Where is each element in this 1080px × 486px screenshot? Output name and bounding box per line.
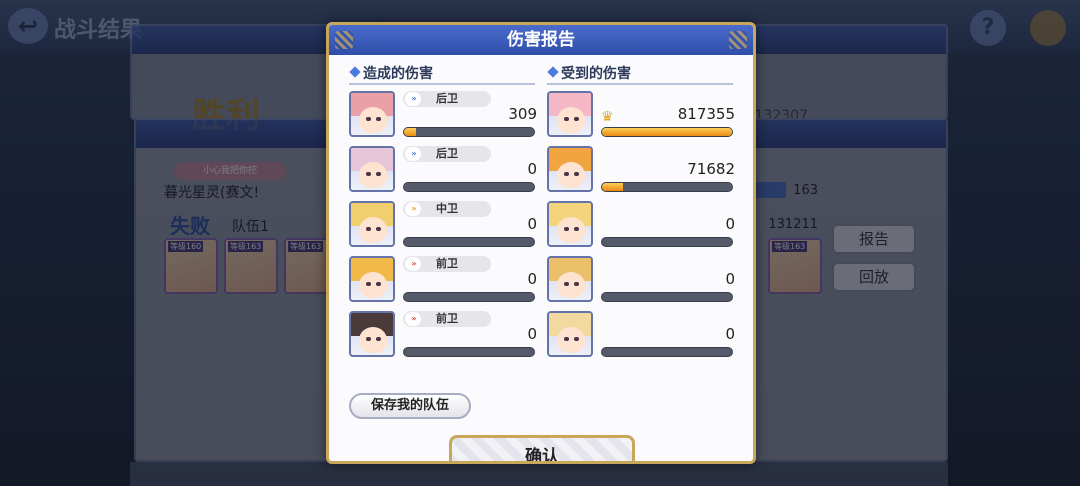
- damage-bar: [403, 127, 535, 137]
- character-portrait: [349, 146, 395, 192]
- damage-value: 0: [725, 325, 735, 343]
- damage-value: 71682: [687, 160, 735, 178]
- diamond-icon: [547, 66, 559, 78]
- received-row: 0: [547, 311, 735, 361]
- damage-value: 0: [725, 270, 735, 288]
- damage-received-heading: 受到的伤害: [547, 63, 733, 85]
- damage-bar: [601, 292, 733, 302]
- character-portrait: [547, 91, 593, 137]
- damage-bar: [403, 237, 535, 247]
- received-row: 0: [547, 201, 735, 251]
- damage-bar: [403, 347, 535, 357]
- damage-bar: [601, 182, 733, 192]
- damage-bar-fill: [602, 128, 732, 136]
- character-portrait: [547, 256, 593, 302]
- dealt-row: » 前卫 0: [349, 311, 537, 361]
- position-tag: » 后卫: [403, 146, 491, 162]
- position-tag: » 前卫: [403, 311, 491, 327]
- damage-value: 0: [527, 325, 537, 343]
- damage-value: 309: [508, 105, 537, 123]
- damage-value: 817355: [677, 105, 735, 123]
- damage-dealt-heading: 造成的伤害: [349, 63, 535, 85]
- crown-icon: ♛: [601, 109, 614, 125]
- confirm-button[interactable]: 确认: [449, 435, 635, 461]
- position-tag: » 中卫: [403, 201, 491, 217]
- character-portrait: [349, 256, 395, 302]
- chevron-right-icon: »: [405, 257, 421, 271]
- dialog-body: 造成的伤害 受到的伤害 » 后卫 309 » 后卫 0 » 中卫 0 » 前卫 0 » 前卫 0 ♛ 81735…: [329, 55, 753, 461]
- damage-bar-fill: [602, 183, 623, 191]
- chevron-right-icon: »: [405, 92, 421, 106]
- received-row: 71682: [547, 146, 735, 196]
- damage-report-dialog: 伤害报告 造成的伤害 受到的伤害 » 后卫 309 » 后卫 0 » 中卫 0 » 前卫 0 » 前卫 0 ♛…: [326, 22, 756, 464]
- chevron-right-icon: »: [405, 147, 421, 161]
- damage-value: 0: [527, 270, 537, 288]
- received-row: 0: [547, 256, 735, 306]
- dealt-row: » 前卫 0: [349, 256, 537, 306]
- damage-value: 0: [527, 215, 537, 233]
- dealt-row: » 后卫 309: [349, 91, 537, 141]
- character-portrait: [547, 311, 593, 357]
- damage-bar: [403, 182, 535, 192]
- dealt-row: » 中卫 0: [349, 201, 537, 251]
- character-portrait: [547, 201, 593, 247]
- damage-bar-fill: [404, 128, 416, 136]
- position-tag: » 前卫: [403, 256, 491, 272]
- chevron-right-icon: »: [405, 312, 421, 326]
- damage-bar: [601, 127, 733, 137]
- diamond-icon: [349, 66, 361, 78]
- chevron-right-icon: »: [405, 202, 421, 216]
- character-portrait: [349, 311, 395, 357]
- damage-bar: [601, 347, 733, 357]
- save-team-button[interactable]: 保存我的队伍: [349, 393, 471, 419]
- damage-bar: [601, 237, 733, 247]
- damage-value: 0: [527, 160, 537, 178]
- position-tag: » 后卫: [403, 91, 491, 107]
- character-portrait: [547, 146, 593, 192]
- dialog-title: 伤害报告: [329, 25, 753, 55]
- damage-value: 0: [725, 215, 735, 233]
- character-portrait: [349, 91, 395, 137]
- character-portrait: [349, 201, 395, 247]
- damage-bar: [403, 292, 535, 302]
- dealt-row: » 后卫 0: [349, 146, 537, 196]
- received-row: ♛ 817355: [547, 91, 735, 141]
